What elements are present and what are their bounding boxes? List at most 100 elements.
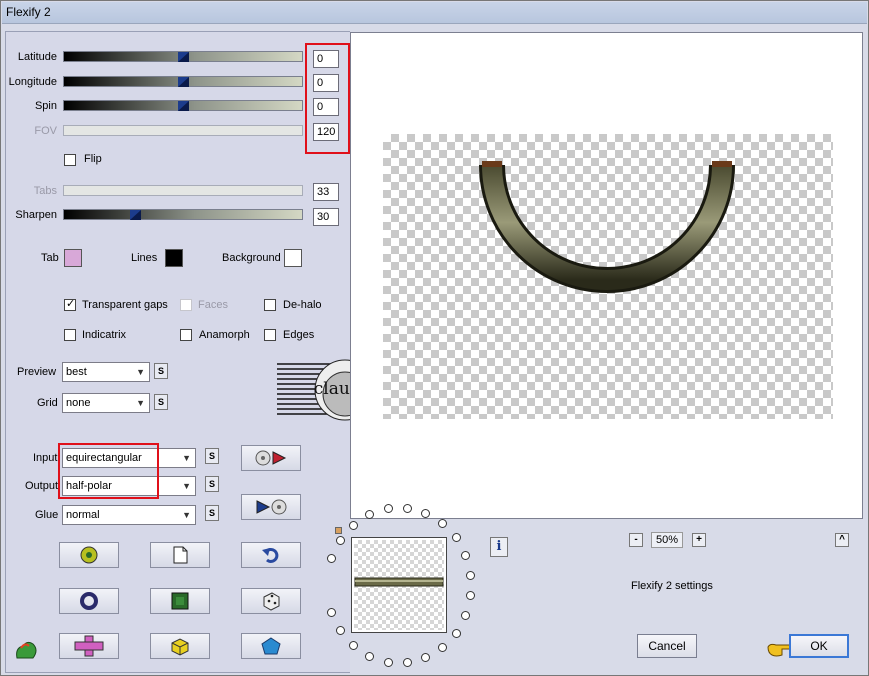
longitude-slider[interactable] xyxy=(63,76,303,87)
input-s-button[interactable]: S xyxy=(205,448,219,464)
dial-ring[interactable] xyxy=(384,658,393,667)
input-label: Input xyxy=(33,452,58,464)
cross-icon xyxy=(74,635,104,657)
output-label: Output xyxy=(25,480,59,492)
dial-ring[interactable] xyxy=(466,591,475,600)
dehalo-checkbox[interactable] xyxy=(264,299,276,311)
cancel-button[interactable]: Cancel xyxy=(637,634,697,658)
cross-button[interactable] xyxy=(59,633,119,659)
dice-button[interactable] xyxy=(241,588,301,614)
dial-ring[interactable] xyxy=(421,509,430,518)
ok-button[interactable]: OK xyxy=(789,634,849,658)
preview-select-value: best xyxy=(66,366,87,378)
dial-ring[interactable] xyxy=(466,571,475,580)
glue-select[interactable]: normal ▼ xyxy=(62,505,196,525)
transparent-gaps-label: Transparent gaps xyxy=(82,299,168,311)
frame-button[interactable] xyxy=(150,588,210,614)
flip-label: Flip xyxy=(84,153,102,165)
sharpen-slider-thumb[interactable] xyxy=(130,208,141,220)
edges-checkbox[interactable] xyxy=(264,329,276,341)
dial-ring[interactable] xyxy=(349,641,358,650)
sharpen-value[interactable]: 30 xyxy=(313,208,339,226)
check-icon: ✓ xyxy=(66,298,76,310)
latitude-slider-thumb[interactable] xyxy=(178,50,189,62)
tab-color-swatch[interactable] xyxy=(64,249,82,267)
dial-ring[interactable] xyxy=(452,629,461,638)
anamorph-label: Anamorph xyxy=(199,329,250,341)
faces-checkbox xyxy=(180,299,192,311)
thumbnail-image xyxy=(354,577,444,587)
fov-label: FOV xyxy=(34,125,57,137)
dial-ring[interactable] xyxy=(365,652,374,661)
input-preview-button[interactable] xyxy=(241,445,301,471)
randomize-button[interactable] xyxy=(59,542,119,568)
tabs-value[interactable]: 33 xyxy=(313,183,339,201)
zoom-out-button[interactable]: - xyxy=(629,533,643,547)
dial-ring[interactable] xyxy=(403,504,412,513)
grid-select-value: none xyxy=(66,397,91,409)
longitude-label: Longitude xyxy=(8,76,57,88)
explosion-icon xyxy=(80,546,98,564)
latitude-slider[interactable] xyxy=(63,51,303,62)
chevron-down-icon: ▼ xyxy=(136,398,145,408)
grid-s-button[interactable]: S xyxy=(154,394,168,410)
chevron-down-icon: ▼ xyxy=(182,510,191,520)
dial-ring[interactable] xyxy=(336,536,345,545)
handle-icon[interactable] xyxy=(335,527,342,534)
dial-ring[interactable] xyxy=(461,551,470,560)
zoom-in-button[interactable]: + xyxy=(692,533,706,547)
dice-icon xyxy=(263,592,280,611)
zoom-value: 50% xyxy=(651,532,683,548)
faces-label: Faces xyxy=(198,299,228,311)
cube-icon xyxy=(171,638,189,656)
anamorph-checkbox[interactable] xyxy=(180,329,192,341)
info-button[interactable]: i xyxy=(490,537,508,557)
transparent-gaps-checkbox[interactable]: ✓ xyxy=(64,298,76,311)
dial-ring[interactable] xyxy=(403,658,412,667)
dial-ring[interactable] xyxy=(461,611,470,620)
tabs-label: Tabs xyxy=(33,185,57,197)
edges-label: Edges xyxy=(283,329,315,341)
indicatrix-checkbox[interactable] xyxy=(64,329,76,341)
flip-checkbox[interactable] xyxy=(64,154,76,166)
longitude-slider-thumb[interactable] xyxy=(178,75,189,87)
half-ring-preview-image xyxy=(479,161,735,293)
ring-button[interactable] xyxy=(59,588,119,614)
play-disc-icon xyxy=(256,499,287,515)
output-s-button[interactable]: S xyxy=(205,476,219,492)
dial-ring[interactable] xyxy=(452,533,461,542)
undo-button[interactable] xyxy=(241,542,301,568)
dial-ring[interactable] xyxy=(438,519,447,528)
lines-color-swatch[interactable] xyxy=(165,249,183,267)
dial-ring[interactable] xyxy=(349,521,358,530)
disc-play-icon xyxy=(255,450,287,466)
glue-s-button[interactable]: S xyxy=(205,505,219,521)
highlight-box-projection xyxy=(58,443,159,499)
scroll-up-button[interactable]: ^ xyxy=(835,533,849,547)
gem-button[interactable] xyxy=(241,633,301,659)
dial-ring[interactable] xyxy=(327,608,336,617)
dial-ring[interactable] xyxy=(365,510,374,519)
dial-ring[interactable] xyxy=(336,626,345,635)
spin-slider-thumb[interactable] xyxy=(178,99,189,111)
output-preview-button[interactable] xyxy=(241,494,301,520)
dial-ring[interactable] xyxy=(421,653,430,662)
title-bar: Flexify 2 xyxy=(2,2,867,24)
chevron-down-icon: ▼ xyxy=(182,453,191,463)
dial-ring[interactable] xyxy=(384,504,393,513)
chevron-down-icon: ▼ xyxy=(136,367,145,377)
grid-label: Grid xyxy=(37,397,58,409)
spin-slider[interactable] xyxy=(63,100,303,111)
new-page-button[interactable] xyxy=(150,542,210,568)
grid-select[interactable]: none ▼ xyxy=(62,393,150,413)
background-color-swatch[interactable] xyxy=(284,249,302,267)
navigator-thumbnail[interactable] xyxy=(351,537,447,633)
lines-color-label: Lines xyxy=(131,252,158,264)
preview-canvas[interactable] xyxy=(350,32,863,519)
dial-ring[interactable] xyxy=(438,643,447,652)
sharpen-slider[interactable] xyxy=(63,209,303,220)
preview-s-button[interactable]: S xyxy=(154,363,168,379)
dial-ring[interactable] xyxy=(327,554,336,563)
preview-select[interactable]: best ▼ xyxy=(62,362,150,382)
cube-button[interactable] xyxy=(150,633,210,659)
